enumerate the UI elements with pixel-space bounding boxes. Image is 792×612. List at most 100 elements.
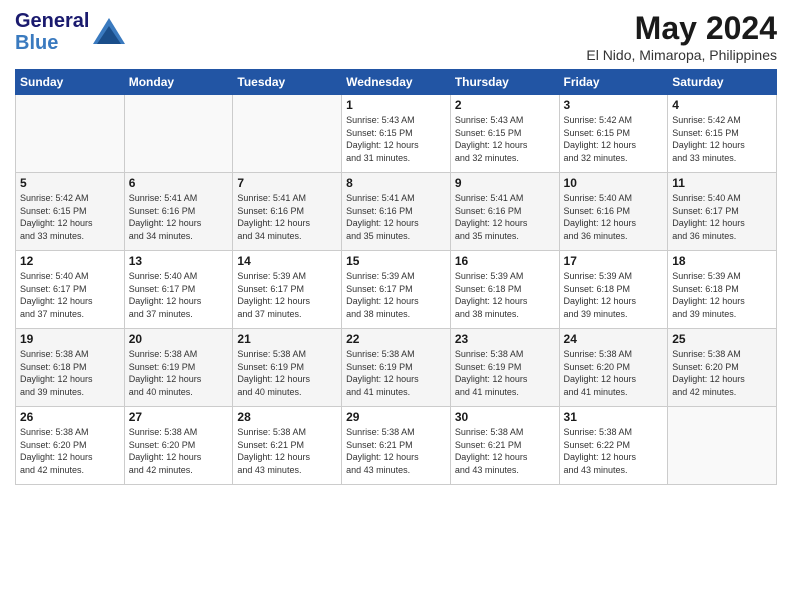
day-number: 12 xyxy=(20,254,120,268)
day-info: Sunrise: 5:38 AM Sunset: 6:21 PM Dayligh… xyxy=(237,426,337,476)
day-info: Sunrise: 5:42 AM Sunset: 6:15 PM Dayligh… xyxy=(672,114,772,164)
calendar-cell xyxy=(16,95,125,173)
day-info: Sunrise: 5:42 AM Sunset: 6:15 PM Dayligh… xyxy=(564,114,664,164)
day-info: Sunrise: 5:38 AM Sunset: 6:20 PM Dayligh… xyxy=(20,426,120,476)
day-number: 6 xyxy=(129,176,229,190)
day-info: Sunrise: 5:39 AM Sunset: 6:17 PM Dayligh… xyxy=(346,270,446,320)
day-info: Sunrise: 5:41 AM Sunset: 6:16 PM Dayligh… xyxy=(237,192,337,242)
day-number: 17 xyxy=(564,254,664,268)
day-number: 24 xyxy=(564,332,664,346)
calendar-cell: 5 Sunrise: 5:42 AM Sunset: 6:15 PM Daylig… xyxy=(16,173,125,251)
calendar-cell: 26Sunrise: 5:38 AM Sunset: 6:20 PM Dayli… xyxy=(16,407,125,485)
day-info: Sunrise: 5:38 AM Sunset: 6:20 PM Dayligh… xyxy=(564,348,664,398)
weekday-header-thursday: Thursday xyxy=(450,70,559,95)
calendar-cell: 3 Sunrise: 5:42 AM Sunset: 6:15 PM Daylig… xyxy=(559,95,668,173)
calendar-cell: 2 Sunrise: 5:43 AM Sunset: 6:15 PM Daylig… xyxy=(450,95,559,173)
calendar-cell xyxy=(668,407,777,485)
weekday-header-tuesday: Tuesday xyxy=(233,70,342,95)
logo-icon xyxy=(91,14,127,50)
day-number: 31 xyxy=(564,410,664,424)
day-number: 2 xyxy=(455,98,555,112)
day-number: 13 xyxy=(129,254,229,268)
page: General Blue May 2024 El Nido, Mimaropa,… xyxy=(0,0,792,612)
calendar-table: SundayMondayTuesdayWednesdayThursdayFrid… xyxy=(15,69,777,485)
day-number: 30 xyxy=(455,410,555,424)
day-info: Sunrise: 5:41 AM Sunset: 6:16 PM Dayligh… xyxy=(129,192,229,242)
calendar-cell: 4Sunrise: 5:42 AM Sunset: 6:15 PM Daylig… xyxy=(668,95,777,173)
day-info: Sunrise: 5:40 AM Sunset: 6:17 PM Dayligh… xyxy=(672,192,772,242)
day-info: Sunrise: 5:38 AM Sunset: 6:20 PM Dayligh… xyxy=(129,426,229,476)
calendar-cell: 22Sunrise: 5:38 AM Sunset: 6:19 PM Dayli… xyxy=(342,329,451,407)
calendar-cell: 29 Sunrise: 5:38 AM Sunset: 6:21 PM Dayli… xyxy=(342,407,451,485)
day-info: Sunrise: 5:43 AM Sunset: 6:15 PM Dayligh… xyxy=(346,114,446,164)
logo-blue: Blue xyxy=(15,32,58,54)
header: General Blue May 2024 El Nido, Mimaropa,… xyxy=(15,10,777,63)
day-number: 9 xyxy=(455,176,555,190)
week-row-5: 26Sunrise: 5:38 AM Sunset: 6:20 PM Dayli… xyxy=(16,407,777,485)
calendar-cell: 16Sunrise: 5:39 AM Sunset: 6:18 PM Dayli… xyxy=(450,251,559,329)
calendar-cell: 8 Sunrise: 5:41 AM Sunset: 6:16 PM Daylig… xyxy=(342,173,451,251)
day-number: 29 xyxy=(346,410,446,424)
calendar-cell: 25 Sunrise: 5:38 AM Sunset: 6:20 PM Dayli… xyxy=(668,329,777,407)
day-info: Sunrise: 5:40 AM Sunset: 6:17 PM Dayligh… xyxy=(20,270,120,320)
calendar-cell: 24 Sunrise: 5:38 AM Sunset: 6:20 PM Dayli… xyxy=(559,329,668,407)
logo-area: General Blue xyxy=(15,10,127,54)
day-number: 8 xyxy=(346,176,446,190)
day-number: 18 xyxy=(672,254,772,268)
day-info: Sunrise: 5:39 AM Sunset: 6:18 PM Dayligh… xyxy=(672,270,772,320)
day-number: 25 xyxy=(672,332,772,346)
day-number: 3 xyxy=(564,98,664,112)
calendar-cell: 28Sunrise: 5:38 AM Sunset: 6:21 PM Dayli… xyxy=(233,407,342,485)
day-info: Sunrise: 5:43 AM Sunset: 6:15 PM Dayligh… xyxy=(455,114,555,164)
calendar-cell: 17Sunrise: 5:39 AM Sunset: 6:18 PM Dayli… xyxy=(559,251,668,329)
calendar-cell: 19Sunrise: 5:38 AM Sunset: 6:18 PM Dayli… xyxy=(16,329,125,407)
calendar-cell: 6 Sunrise: 5:41 AM Sunset: 6:16 PM Daylig… xyxy=(124,173,233,251)
day-info: Sunrise: 5:38 AM Sunset: 6:21 PM Dayligh… xyxy=(346,426,446,476)
day-number: 15 xyxy=(346,254,446,268)
weekday-header-monday: Monday xyxy=(124,70,233,95)
calendar-cell: 31Sunrise: 5:38 AM Sunset: 6:22 PM Dayli… xyxy=(559,407,668,485)
day-info: Sunrise: 5:41 AM Sunset: 6:16 PM Dayligh… xyxy=(346,192,446,242)
day-number: 10 xyxy=(564,176,664,190)
day-info: Sunrise: 5:40 AM Sunset: 6:17 PM Dayligh… xyxy=(129,270,229,320)
calendar-cell: 30Sunrise: 5:38 AM Sunset: 6:21 PM Dayli… xyxy=(450,407,559,485)
calendar-cell: 1 Sunrise: 5:43 AM Sunset: 6:15 PM Daylig… xyxy=(342,95,451,173)
day-info: Sunrise: 5:38 AM Sunset: 6:20 PM Dayligh… xyxy=(672,348,772,398)
day-info: Sunrise: 5:38 AM Sunset: 6:19 PM Dayligh… xyxy=(129,348,229,398)
calendar-cell: 12 Sunrise: 5:40 AM Sunset: 6:17 PM Dayli… xyxy=(16,251,125,329)
day-number: 1 xyxy=(346,98,446,112)
calendar-cell: 21 Sunrise: 5:38 AM Sunset: 6:19 PM Dayli… xyxy=(233,329,342,407)
week-row-4: 19Sunrise: 5:38 AM Sunset: 6:18 PM Dayli… xyxy=(16,329,777,407)
day-number: 5 xyxy=(20,176,120,190)
calendar-cell: 7Sunrise: 5:41 AM Sunset: 6:16 PM Daylig… xyxy=(233,173,342,251)
month-year: May 2024 xyxy=(586,10,777,47)
day-number: 22 xyxy=(346,332,446,346)
calendar-cell: 11Sunrise: 5:40 AM Sunset: 6:17 PM Dayli… xyxy=(668,173,777,251)
day-info: Sunrise: 5:38 AM Sunset: 6:19 PM Dayligh… xyxy=(237,348,337,398)
weekday-header-row: SundayMondayTuesdayWednesdayThursdayFrid… xyxy=(16,70,777,95)
day-info: Sunrise: 5:42 AM Sunset: 6:15 PM Dayligh… xyxy=(20,192,120,242)
logo-text: General Blue xyxy=(15,10,89,54)
day-info: Sunrise: 5:40 AM Sunset: 6:16 PM Dayligh… xyxy=(564,192,664,242)
location: El Nido, Mimaropa, Philippines xyxy=(586,47,777,63)
calendar-cell xyxy=(124,95,233,173)
calendar-cell: 23Sunrise: 5:38 AM Sunset: 6:19 PM Dayli… xyxy=(450,329,559,407)
week-row-3: 12 Sunrise: 5:40 AM Sunset: 6:17 PM Dayli… xyxy=(16,251,777,329)
day-number: 23 xyxy=(455,332,555,346)
day-number: 21 xyxy=(237,332,337,346)
day-number: 19 xyxy=(20,332,120,346)
day-info: Sunrise: 5:39 AM Sunset: 6:18 PM Dayligh… xyxy=(455,270,555,320)
day-number: 20 xyxy=(129,332,229,346)
day-info: Sunrise: 5:39 AM Sunset: 6:17 PM Dayligh… xyxy=(237,270,337,320)
week-row-1: 1 Sunrise: 5:43 AM Sunset: 6:15 PM Daylig… xyxy=(16,95,777,173)
calendar-cell: 13 Sunrise: 5:40 AM Sunset: 6:17 PM Dayli… xyxy=(124,251,233,329)
logo-general: General xyxy=(15,10,89,32)
weekday-header-wednesday: Wednesday xyxy=(342,70,451,95)
calendar-cell xyxy=(233,95,342,173)
weekday-header-saturday: Saturday xyxy=(668,70,777,95)
calendar-cell: 14Sunrise: 5:39 AM Sunset: 6:17 PM Dayli… xyxy=(233,251,342,329)
title-area: May 2024 El Nido, Mimaropa, Philippines xyxy=(586,10,777,63)
calendar-cell: 18 Sunrise: 5:39 AM Sunset: 6:18 PM Dayli… xyxy=(668,251,777,329)
calendar-cell: 27Sunrise: 5:38 AM Sunset: 6:20 PM Dayli… xyxy=(124,407,233,485)
calendar-cell: 10 Sunrise: 5:40 AM Sunset: 6:16 PM Dayli… xyxy=(559,173,668,251)
